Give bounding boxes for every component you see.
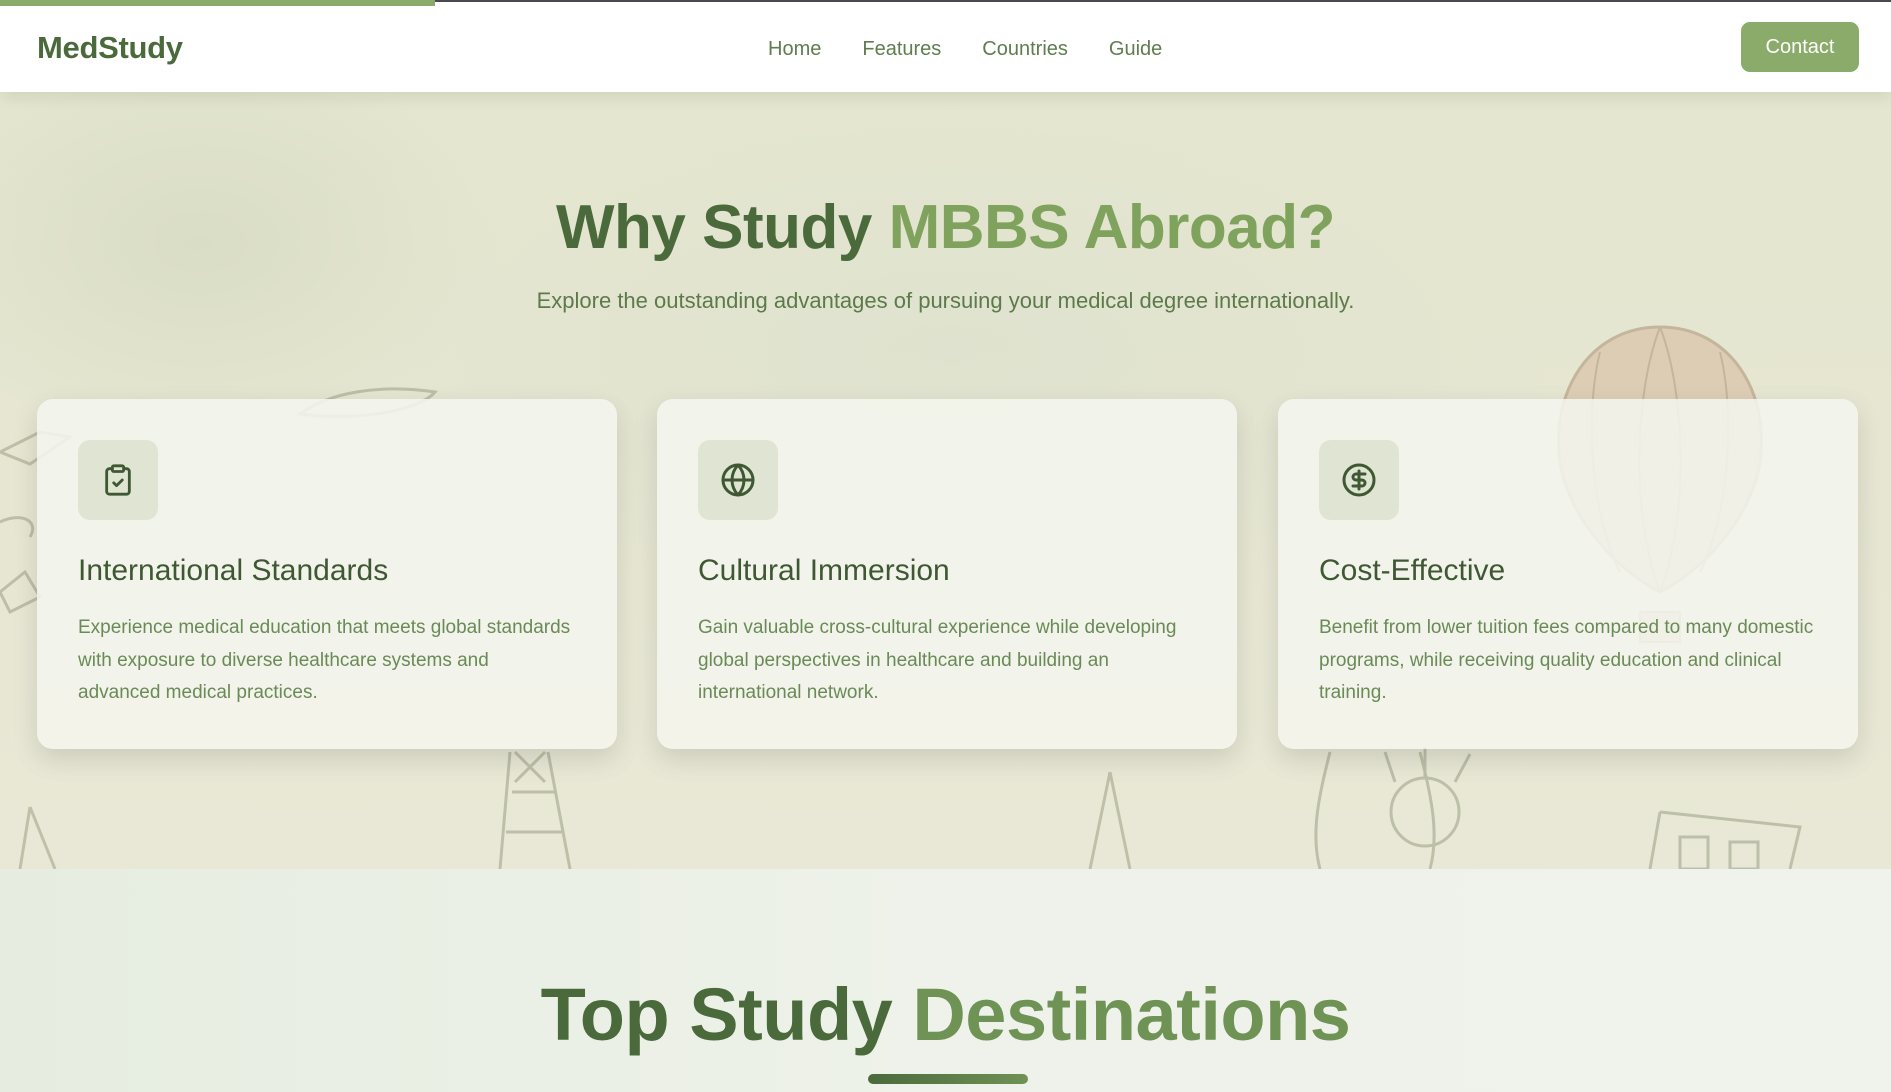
feature-card-title: International Standards [78,554,389,587]
main-nav: Home Features Countries Guide [768,38,1162,61]
feature-card-cultural-immersion: Cultural Immersion Gain valuable cross-c… [657,399,1237,749]
feature-card-title: Cost-Effective [1319,554,1506,587]
title-underline-divider [868,1074,1028,1084]
site-logo[interactable]: MedStudy [37,30,183,66]
feature-card-international-standards: International Standards Experience medic… [37,399,617,749]
section-title-part1: Why Study [556,193,872,262]
feature-icon-box [1319,440,1399,520]
section-title: Why Study MBBS Abroad? [0,192,1891,263]
feature-icon-box [698,440,778,520]
nav-link-countries[interactable]: Countries [982,38,1068,61]
scroll-progress-bar [0,0,435,6]
feature-card-cost-effective: Cost-Effective Benefit from lower tuitio… [1278,399,1858,749]
destinations-title-part2: Destinations [912,973,1351,1056]
why-study-section: Why Study MBBS Abroad? Explore the outst… [0,92,1891,869]
nav-link-guide[interactable]: Guide [1109,38,1162,61]
feature-card-title: Cultural Immersion [698,554,950,587]
section-subtitle: Explore the outstanding advantages of pu… [536,288,1355,313]
nav-link-features[interactable]: Features [862,38,941,61]
feature-card-text: Benefit from lower tuition fees compared… [1319,617,1814,703]
nav-link-home[interactable]: Home [768,38,821,61]
feature-icon-box [78,440,158,520]
contact-button[interactable]: Contact [1741,22,1859,72]
top-destinations-section: Top Study Destinations [0,869,1891,1092]
destinations-title-part1: Top Study [540,973,893,1056]
feature-card-text: Experience medical education that meets … [78,617,571,703]
dollar-circle-icon [1342,463,1376,497]
site-header: MedStudy Home Features Countries Guide C… [0,2,1891,92]
globe-icon [721,463,755,497]
clipboard-check-icon [105,464,131,496]
destinations-title: Top Study Destinations [0,972,1891,1057]
section-title-part2: MBBS Abroad? [888,193,1336,262]
feature-card-text: Gain valuable cross-cultural experience … [698,617,1177,703]
